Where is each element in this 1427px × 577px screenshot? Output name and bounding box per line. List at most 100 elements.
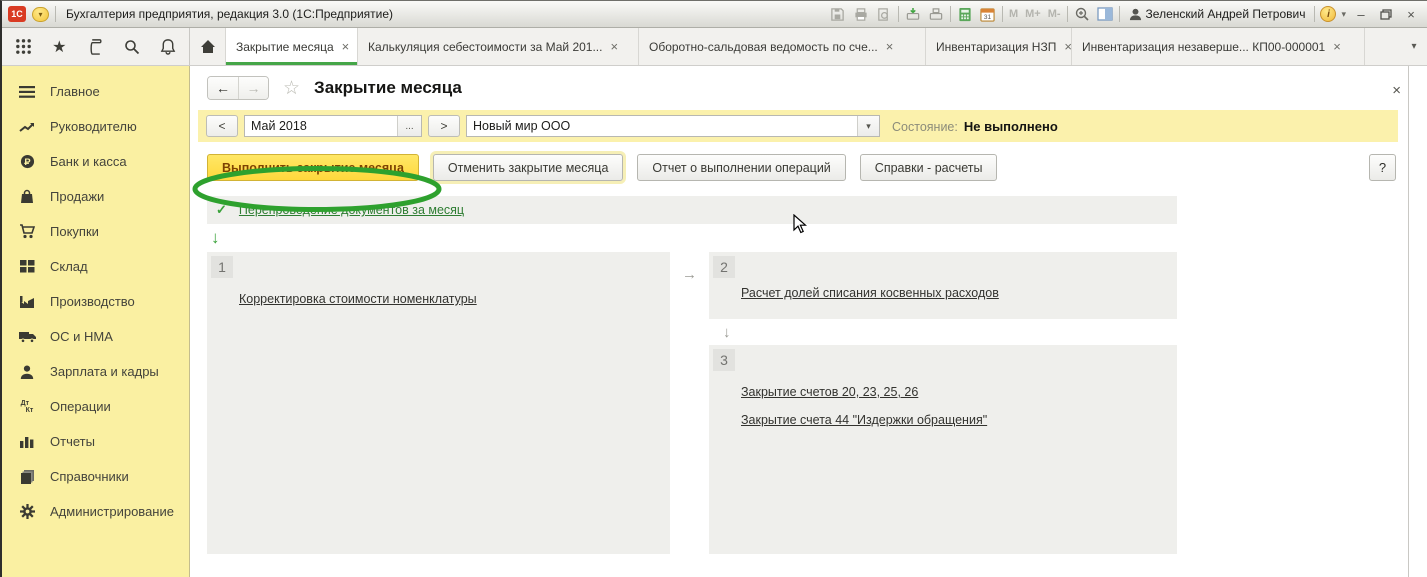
boxes-grid-icon — [18, 260, 36, 273]
split-view-icon[interactable] — [1096, 6, 1114, 22]
search-icon[interactable] — [121, 36, 143, 58]
notifications-bell-icon[interactable] — [157, 36, 179, 58]
favorites-star-icon[interactable]: ★ — [48, 36, 70, 58]
close-window-button[interactable]: × — [1401, 5, 1421, 23]
memory-m-minus-button[interactable]: M- — [1047, 8, 1062, 20]
step-3-link-close-account-44[interactable]: Закрытие счета 44 "Издержки обращения" — [741, 413, 1173, 427]
tab-close-icon[interactable]: × — [342, 39, 350, 54]
person-icon — [18, 365, 36, 379]
period-field[interactable]: Май 2018 ... — [244, 115, 422, 137]
info-icon[interactable]: i — [1320, 6, 1337, 22]
sidebar-item-administration[interactable]: Администрирование — [2, 494, 189, 529]
tab-label: Инвентаризация НЗП — [936, 39, 1057, 54]
chevron-down-icon[interactable]: ▾ — [1341, 9, 1346, 20]
sidebar-item-warehouse[interactable]: Склад — [2, 249, 189, 284]
step-3-panel: 3 Закрытие счетов 20, 23, 25, 26 Закрыти… — [709, 345, 1177, 554]
step-2-link-indirect-costs[interactable]: Расчет долей списания косвенных расходов — [741, 286, 1173, 300]
tabs-overflow-dropdown-icon[interactable]: ▾ — [1401, 28, 1427, 65]
divider — [1066, 6, 1068, 22]
close-form-icon[interactable]: × — [1392, 82, 1401, 99]
tab-close-icon[interactable]: × — [1064, 39, 1071, 54]
restore-button[interactable] — [1376, 5, 1396, 23]
app-logo-1c: 1С — [8, 6, 26, 22]
tab-balance-sheet[interactable]: Оборотно-сальдовая ведомость по сче... × — [639, 28, 926, 65]
actions-toolbar: Выполнить закрытие месяца Отменить закры… — [198, 154, 1398, 181]
divider — [1118, 6, 1120, 22]
history-icon[interactable] — [85, 36, 107, 58]
references-calculations-button[interactable]: Справки - расчеты — [859, 154, 998, 181]
print-icon[interactable] — [852, 6, 870, 22]
sidebar-item-fixed-assets[interactable]: ОС и НМА — [2, 319, 189, 354]
previous-month-button[interactable]: < — [206, 115, 238, 137]
period-browse-button[interactable]: ... — [397, 116, 421, 136]
print-preview-icon[interactable] — [875, 6, 893, 22]
factory-icon — [18, 295, 36, 308]
main-menu-dropdown-icon[interactable]: ▾ — [32, 6, 49, 22]
window-titlebar: 1С ▾ Бухгалтерия предприятия, редакция 3… — [2, 1, 1427, 28]
check-icon: ✓ — [216, 202, 227, 217]
organization-dropdown-icon[interactable]: ▾ — [857, 116, 879, 136]
minimize-button[interactable]: – — [1351, 5, 1371, 23]
tab-month-closing[interactable]: Закрытие месяца × — [226, 28, 358, 65]
sidebar-item-production[interactable]: Производство — [2, 284, 189, 319]
sidebar-item-label: Банк и касса — [50, 154, 127, 169]
step-number-badge: 1 — [211, 256, 233, 278]
reposting-documents-link[interactable]: Перепроведение документов за месяц — [239, 203, 464, 217]
send-to-file-icon[interactable] — [904, 6, 922, 22]
step-1-link-nomenclature-cost[interactable]: Корректировка стоимости номенклатуры — [239, 292, 666, 306]
menu-lines-icon — [18, 85, 36, 98]
perform-closing-button[interactable]: Выполнить закрытие месяца — [207, 154, 419, 181]
memory-m-button[interactable]: M — [1008, 8, 1019, 20]
sidebar-item-bank-cash[interactable]: P Банк и касса — [2, 144, 189, 179]
tab-close-icon[interactable]: × — [610, 39, 618, 54]
forward-button[interactable]: → — [238, 77, 268, 99]
sidebar-item-label: ОС и НМА — [50, 329, 113, 344]
memory-m-plus-button[interactable]: M+ — [1024, 8, 1042, 20]
add-to-favorites-star-icon[interactable]: ☆ — [283, 77, 300, 100]
tab-wip-inventory-doc[interactable]: Инвентаризация незаверше... КП00-000001 … — [1072, 28, 1365, 65]
step-3-link-close-accounts[interactable]: Закрытие счетов 20, 23, 25, 26 — [741, 385, 1173, 399]
save-copy-icon[interactable] — [927, 6, 945, 22]
sidebar-item-operations[interactable]: Дт Кт Операции — [2, 389, 189, 424]
cancel-closing-button[interactable]: Отменить закрытие месяца — [432, 154, 624, 181]
tab-close-icon[interactable]: × — [1333, 39, 1341, 54]
back-button[interactable]: ← — [208, 77, 238, 99]
page-title: Закрытие месяца — [314, 78, 462, 97]
step-1-panel: 1 Корректировка стоимости номенклатуры — [207, 252, 670, 554]
sidebar-item-directories[interactable]: Справочники — [2, 459, 189, 494]
divider — [1408, 66, 1409, 577]
sidebar-item-main[interactable]: Главное — [2, 74, 189, 109]
calendar-icon[interactable]: 31 — [979, 6, 997, 22]
calculator-icon[interactable] — [956, 6, 974, 22]
shopping-cart-icon — [18, 224, 36, 239]
save-icon[interactable] — [829, 6, 847, 22]
organization-select[interactable]: Новый мир ООО ▾ — [466, 115, 880, 137]
step-2-panel: 2 Расчет долей списания косвенных расход… — [709, 252, 1177, 319]
flow-arrow-right-icon: → — [682, 266, 697, 283]
operations-report-button[interactable]: Отчет о выполнении операций — [637, 154, 846, 181]
divider — [949, 6, 951, 22]
tab-wip-inventory[interactable]: Инвентаризация НЗП × — [926, 28, 1072, 65]
current-user[interactable]: Зеленский Андрей Петрович — [1125, 7, 1310, 21]
sidebar-item-sales[interactable]: Продажи — [2, 179, 189, 214]
tab-cost-calculation[interactable]: Калькуляция себестоимости за Май 201... … — [358, 28, 639, 65]
help-button[interactable]: ? — [1369, 154, 1396, 181]
tab-close-icon[interactable]: × — [886, 39, 894, 54]
sidebar-item-label: Склад — [50, 259, 88, 274]
form-header: ← → ☆ Закрытие месяца — [190, 66, 1427, 106]
sidebar-item-reports[interactable]: Отчеты — [2, 424, 189, 459]
user-name: Зеленский Андрей Петрович — [1145, 7, 1306, 21]
apps-grid-icon[interactable] — [12, 36, 34, 58]
zoom-in-icon[interactable] — [1073, 6, 1091, 22]
svg-text:P: P — [24, 157, 30, 167]
home-tab-button[interactable] — [190, 28, 226, 65]
sidebar-item-payroll-hr[interactable]: Зарплата и кадры — [2, 354, 189, 389]
sidebar-item-manager[interactable]: Руководителю — [2, 109, 189, 144]
divider — [1314, 6, 1316, 22]
user-icon — [1129, 8, 1141, 20]
bar-chart-icon — [18, 435, 36, 448]
tab-label: Закрытие месяца — [236, 39, 334, 54]
ruble-coin-icon: P — [18, 154, 36, 169]
sidebar-item-purchases[interactable]: Покупки — [2, 214, 189, 249]
next-month-button[interactable]: > — [428, 115, 460, 137]
